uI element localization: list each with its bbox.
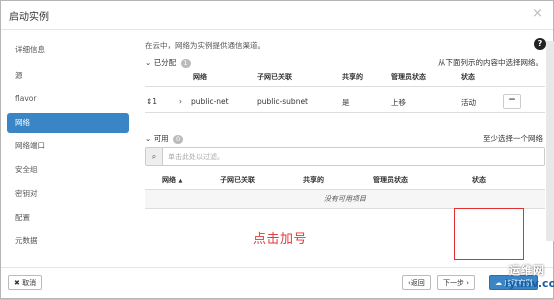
networks-description: 在云中，网络为实例提供通信渠道。 (145, 41, 265, 50)
available-col-admin-state: 管理员状态 (373, 176, 408, 184)
sidebar-item-source[interactable]: 源 (7, 66, 129, 86)
row-shared: 是 (342, 98, 350, 107)
row-status: 活动 (461, 98, 476, 107)
wizard-sidebar: 详细信息 源 flavor 网络 网络端口 安全组 密钥对 配置 元数据 (1, 30, 141, 262)
allocated-label: 已分配 (153, 58, 177, 67)
sort-asc-icon: ▲ (178, 178, 183, 184)
filter-box: ⌕ (145, 147, 545, 166)
page-scrollbar[interactable] (546, 41, 554, 241)
available-col-subnet: 子网已关联 (220, 176, 255, 184)
watermark-line1: 运维网 (509, 264, 545, 277)
chevron-down-icon: ⌄ (145, 58, 152, 67)
sidebar-item-details[interactable]: 详细信息 (7, 40, 129, 60)
watermark-logo: 运维网 iyunv.com (487, 261, 554, 297)
available-hint: 至少选择一个网络 (483, 134, 543, 143)
cancel-button[interactable]: ✖ 取消 (8, 275, 43, 290)
help-icon[interactable]: ? (534, 38, 546, 50)
available-col-network[interactable]: 网络 ▲ (162, 175, 182, 185)
divider (145, 112, 545, 113)
watermark-line2: iyunv.com (505, 277, 554, 290)
available-count-badge: 0 (173, 135, 184, 144)
sidebar-item-network-ports[interactable]: 网络端口 (7, 136, 129, 156)
allocated-count-badge: 1 (180, 59, 191, 68)
allocated-col-subnet: 子网已关联 (257, 73, 292, 81)
modal-footer: ✖ 取消 ‹返回 下一步 › ☁ 启动实例 (1, 267, 553, 300)
remove-network-button[interactable]: − (503, 94, 521, 109)
divider (145, 86, 545, 87)
allocated-col-admin-state: 管理员状态 (391, 73, 426, 81)
modal-header: 启动实例 × (1, 1, 553, 30)
available-col-status: 状态 (472, 176, 486, 184)
sidebar-item-configuration[interactable]: 配置 (7, 208, 129, 228)
sidebar-item-security-groups[interactable]: 安全组 (7, 160, 129, 180)
launch-instance-modal: 启动实例 × 详细信息 源 flavor 网络 网络端口 安全组 密钥对 配置 … (0, 0, 554, 299)
available-col-shared: 共享的 (303, 176, 324, 184)
filter-input[interactable] (168, 148, 538, 165)
allocated-hint: 从下面列示的内容中选择网络。 (438, 58, 543, 67)
available-section-toggle[interactable]: ⌄ 可用 0 (145, 133, 184, 144)
sidebar-item-keypair[interactable]: 密钥对 (7, 184, 129, 204)
available-label: 可用 (153, 134, 169, 143)
expand-icon[interactable]: › (179, 97, 182, 106)
empty-state: 没有可用项目 (145, 190, 545, 208)
close-icon: ✖ (14, 279, 20, 287)
allocated-col-shared: 共享的 (342, 73, 363, 81)
row-order: ⇕1 (146, 97, 158, 106)
allocated-col-network: 网络 (193, 73, 207, 81)
sidebar-item-flavor[interactable]: flavor (7, 89, 129, 109)
back-button[interactable]: ‹返回 (402, 275, 431, 290)
search-icon: ⌕ (146, 148, 163, 165)
next-button[interactable]: 下一步 › (437, 275, 476, 290)
sidebar-item-networks[interactable]: 网络 (7, 113, 129, 133)
row-network: public-net (191, 97, 229, 106)
modal-title: 启动实例 (9, 12, 49, 23)
row-admin-state: 上移 (391, 98, 406, 107)
close-icon[interactable]: × (532, 6, 543, 21)
row-subnet: public-subnet (257, 97, 309, 106)
allocated-col-status: 状态 (461, 73, 475, 81)
allocated-section-toggle[interactable]: ⌄ 已分配 1 (145, 57, 191, 68)
chevron-down-icon: ⌄ (145, 134, 152, 143)
annotation-text: 点击加号 (253, 232, 308, 247)
annotation-highlight-box (454, 208, 524, 260)
sidebar-item-metadata[interactable]: 元数据 (7, 231, 129, 251)
